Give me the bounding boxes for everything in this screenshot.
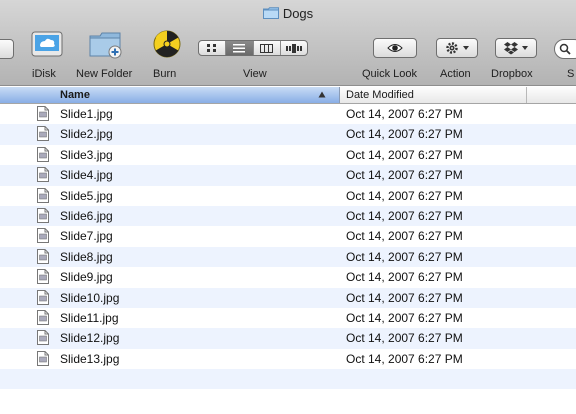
list-view-icon [233, 43, 246, 52]
jpg-file-icon [37, 289, 49, 308]
coverflow-view-button[interactable] [281, 41, 307, 55]
table-row[interactable]: Slide2.jpg Oct 14, 2007 6:27 PM [0, 124, 576, 145]
window-title: Dogs [0, 5, 576, 21]
column-view-icon [260, 43, 274, 53]
file-date: Oct 14, 2007 6:27 PM [346, 229, 463, 244]
file-list: Slide1.jpg Oct 14, 2007 6:27 PM Slide2.j… [0, 104, 576, 390]
table-row[interactable]: Slide6.jpg Oct 14, 2007 6:27 PM [0, 205, 576, 227]
jpg-file-icon [37, 146, 49, 165]
coverflow-view-icon [285, 43, 302, 53]
table-row[interactable]: Slide12.jpg Oct 14, 2007 6:27 PM [0, 328, 576, 349]
file-date: Oct 14, 2007 6:27 PM [346, 208, 463, 223]
table-row[interactable]: Slide8.jpg Oct 14, 2007 6:27 PM [0, 246, 576, 268]
table-row[interactable]: Slide5.jpg Oct 14, 2007 6:27 PM [0, 185, 576, 206]
file-name: Slide10.jpg [60, 290, 120, 305]
back-forward-button[interactable] [0, 39, 14, 59]
dropbox-icon [503, 42, 518, 55]
new-folder-label: New Folder [76, 68, 133, 80]
file-date: Oct 14, 2007 6:27 PM [346, 127, 463, 142]
table-row[interactable]: Slide9.jpg Oct 14, 2007 6:27 PM [0, 267, 576, 288]
eye-icon [387, 44, 403, 52]
jpg-file-icon [37, 167, 49, 185]
chevron-down-icon [462, 46, 469, 50]
jpg-file-icon [37, 248, 49, 267]
jpg-file-icon [37, 350, 49, 369]
column-divider [526, 87, 527, 103]
table-row[interactable]: Slide4.jpg Oct 14, 2007 6:27 PM [0, 165, 576, 186]
idisk-label: iDisk [32, 68, 56, 80]
search-icon [559, 43, 571, 55]
file-name: Slide11.jpg [60, 310, 119, 325]
file-name: Slide5.jpg [60, 188, 113, 203]
burn-label: Burn [153, 68, 177, 80]
file-name: Slide13.jpg [60, 351, 120, 366]
sort-ascending-icon [318, 91, 326, 98]
file-date: Oct 14, 2007 6:27 PM [346, 351, 463, 366]
jpg-file-icon [37, 126, 49, 144]
dropbox-button[interactable] [495, 38, 537, 58]
table-row[interactable]: Slide10.jpg Oct 14, 2007 6:27 PM [0, 287, 576, 308]
file-name: Slide4.jpg [60, 168, 113, 183]
view-label: View [243, 68, 267, 80]
quick-look-button[interactable] [373, 38, 417, 58]
list-view-button[interactable] [226, 41, 254, 55]
column-view-button[interactable] [254, 41, 281, 55]
file-date: Oct 14, 2007 6:27 PM [346, 147, 463, 162]
file-name: Slide9.jpg [60, 270, 113, 285]
file-date: Oct 14, 2007 6:27 PM [346, 270, 463, 285]
file-name: Slide2.jpg [60, 127, 113, 142]
file-name: Slide7.jpg [60, 229, 113, 244]
jpg-file-icon [37, 330, 49, 348]
jpg-file-icon [37, 269, 49, 287]
name-column-header[interactable]: Name [0, 87, 340, 103]
new-folder-button[interactable] [88, 26, 124, 60]
dropbox-label: Dropbox [491, 68, 533, 80]
column-header-bar: Name Date Modified [0, 87, 576, 104]
icon-view-button[interactable] [199, 41, 227, 55]
jpg-file-icon [37, 228, 49, 246]
file-name: Slide1.jpg [60, 107, 113, 121]
file-date: Oct 14, 2007 6:27 PM [346, 249, 463, 264]
window-title-text: Dogs [282, 5, 314, 21]
search-field[interactable] [554, 39, 576, 59]
table-row[interactable]: Slide11.jpg Oct 14, 2007 6:27 PM [0, 307, 576, 329]
file-name: Slide3.jpg [60, 147, 113, 162]
name-column-label: Name [60, 89, 90, 101]
table-row[interactable]: Slide7.jpg Oct 14, 2007 6:27 PM [0, 226, 576, 247]
icon-view-icon [207, 44, 217, 52]
file-date: Oct 14, 2007 6:27 PM [346, 310, 463, 325]
chevron-down-icon [521, 46, 528, 50]
file-date: Oct 14, 2007 6:27 PM [346, 331, 463, 346]
action-button[interactable] [436, 38, 478, 58]
file-date: Oct 14, 2007 6:27 PM [346, 107, 463, 121]
idisk-icon [31, 31, 63, 57]
file-name: Slide12.jpg [60, 331, 120, 346]
jpg-file-icon [37, 106, 49, 124]
quick-look-label: Quick Look [362, 68, 418, 80]
table-row[interactable]: Slide3.jpg Oct 14, 2007 6:27 PM [0, 144, 576, 166]
file-date: Oct 14, 2007 6:27 PM [346, 168, 463, 183]
empty-row [0, 369, 576, 390]
gear-icon [445, 42, 458, 54]
jpg-file-icon [37, 187, 49, 206]
idisk-button[interactable] [30, 26, 64, 60]
file-name: Slide8.jpg [60, 249, 113, 264]
action-label: Action [440, 68, 471, 80]
burn-icon [153, 30, 181, 58]
table-row[interactable]: Slide13.jpg Oct 14, 2007 6:27 PM [0, 348, 576, 370]
file-date: Oct 14, 2007 6:27 PM [346, 188, 463, 203]
jpg-file-icon [37, 309, 49, 328]
table-row[interactable]: Slide1.jpg Oct 14, 2007 6:27 PM [0, 104, 576, 125]
file-date: Oct 14, 2007 6:27 PM [346, 290, 463, 305]
burn-button[interactable] [151, 26, 183, 60]
window-toolbar: Dogs iDisk New Folder Burn View Quick Lo… [0, 0, 576, 86]
new-folder-icon [89, 32, 122, 59]
jpg-file-icon [37, 207, 49, 226]
search-label: S [567, 68, 575, 80]
file-name: Slide6.jpg [60, 208, 113, 223]
folder-icon [262, 7, 279, 19]
view-segmented-control[interactable] [198, 40, 308, 56]
date-modified-column-header[interactable]: Date Modified [346, 89, 414, 101]
